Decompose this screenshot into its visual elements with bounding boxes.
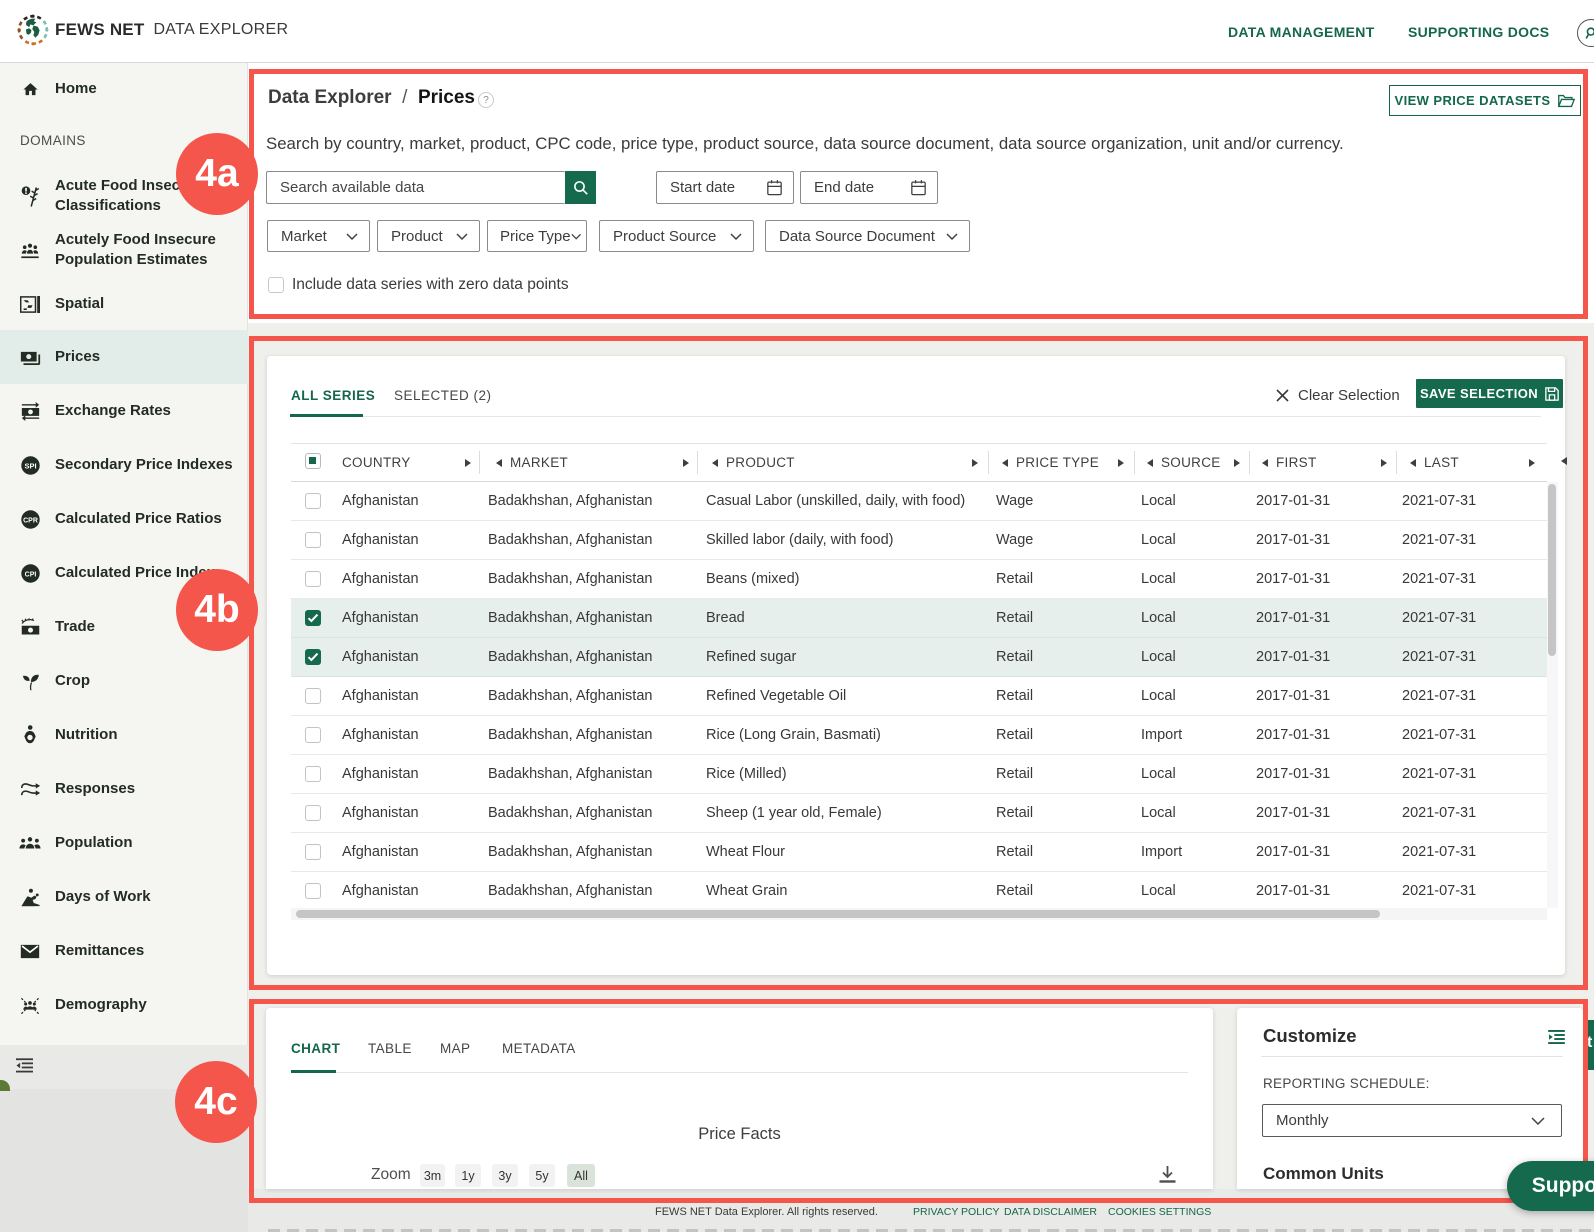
svg-text:CPI: CPI [24, 571, 36, 578]
svg-text:CPR: CPR [23, 517, 38, 524]
svg-text:SPI: SPI [24, 461, 36, 470]
